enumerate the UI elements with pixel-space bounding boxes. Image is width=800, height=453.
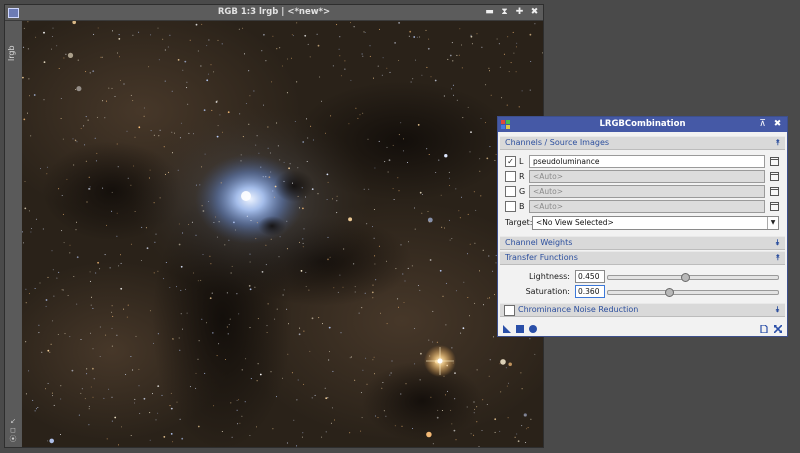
maximize-icon[interactable]: ✚ bbox=[515, 6, 524, 19]
saturation-slider[interactable] bbox=[607, 288, 779, 297]
channel-r-label: R bbox=[519, 172, 525, 181]
apply-global-icon[interactable] bbox=[516, 325, 524, 333]
close-icon[interactable]: ✖ bbox=[773, 118, 782, 131]
lightness-slider-handle[interactable] bbox=[680, 273, 690, 282]
lock-icon[interactable]: ⦿ bbox=[8, 436, 18, 443]
dialog-title: LRGBCombination bbox=[599, 119, 686, 129]
channel-row-g: G <Auto> bbox=[505, 185, 779, 198]
channel-g-label: G bbox=[519, 187, 526, 196]
saturation-row: Saturation: 0.360 bbox=[502, 285, 779, 299]
channel-r-input[interactable]: <Auto> bbox=[529, 170, 765, 183]
section-channels[interactable]: Channels / Source Images ⯭ bbox=[500, 136, 785, 150]
resize-icon[interactable]: ↙ bbox=[8, 418, 18, 425]
chevron-down-icon[interactable]: ▼ bbox=[767, 217, 778, 229]
dialog-titlebar[interactable]: LRGBCombination ⊼ ✖ bbox=[498, 117, 787, 132]
image-window-title: RGB 1:3 lrgb | <*new*> bbox=[217, 7, 331, 17]
channel-b-checkbox[interactable] bbox=[505, 201, 516, 212]
section-transfer-functions[interactable]: Transfer Functions ⯭ bbox=[500, 251, 785, 265]
channel-l-checkbox[interactable]: ✓ bbox=[505, 156, 516, 167]
image-side-tab[interactable]: lrgb ↙ ◻ ⦿ bbox=[5, 21, 21, 447]
new-instance-icon[interactable] bbox=[503, 325, 511, 333]
reset-icon[interactable] bbox=[774, 325, 782, 333]
channel-b-input[interactable]: <Auto> bbox=[529, 200, 765, 213]
channel-g-select-view-button[interactable] bbox=[770, 187, 779, 196]
target-row: Target: <No View Selected> ▼ bbox=[505, 216, 779, 230]
shade-icon[interactable]: ⧗ bbox=[500, 6, 509, 19]
channel-b-label: B bbox=[519, 202, 525, 211]
lrgb-combination-dialog[interactable]: LRGBCombination ⊼ ✖ Channels / Source Im… bbox=[497, 116, 788, 337]
target-view-select[interactable]: <No View Selected> ▼ bbox=[532, 216, 779, 230]
section-transfer-functions-label: Transfer Functions bbox=[505, 253, 578, 262]
shade-icon[interactable]: ⊼ bbox=[758, 118, 767, 131]
target-label: Target: bbox=[505, 218, 533, 227]
channel-row-l: ✓ L pseudoluminance bbox=[505, 155, 779, 168]
channel-b-select-view-button[interactable] bbox=[770, 202, 779, 211]
preview-icon[interactable]: ◻ bbox=[8, 427, 18, 434]
image-window-titlebar[interactable]: RGB 1:3 lrgb | <*new*> ▬ ⧗ ✚ ✖ bbox=[5, 5, 543, 21]
close-icon[interactable]: ✖ bbox=[530, 6, 539, 19]
saturation-input[interactable]: 0.360 bbox=[575, 285, 605, 298]
section-chrominance-noise-reduction[interactable]: Chrominance Noise Reduction ⯯ bbox=[500, 303, 785, 317]
channel-l-select-view-button[interactable] bbox=[770, 157, 779, 166]
minimize-icon[interactable]: ▬ bbox=[485, 6, 494, 19]
expand-icon[interactable]: ⯯ bbox=[775, 237, 780, 249]
target-selected-value: <No View Selected> bbox=[536, 218, 614, 227]
channel-r-select-view-button[interactable] bbox=[770, 172, 779, 181]
image-canvas[interactable] bbox=[22, 21, 543, 447]
lightness-row: Lightness: 0.450 bbox=[502, 270, 779, 284]
section-channel-weights[interactable]: Channel Weights ⯯ bbox=[500, 236, 785, 250]
saturation-label: Saturation: bbox=[525, 287, 570, 296]
channel-r-checkbox[interactable] bbox=[505, 171, 516, 182]
channel-g-input[interactable]: <Auto> bbox=[529, 185, 765, 198]
channel-l-label: L bbox=[519, 157, 524, 166]
channel-row-b: B <Auto> bbox=[505, 200, 779, 213]
collapse-icon[interactable]: ⯭ bbox=[775, 137, 780, 149]
expand-icon[interactable]: ⯯ bbox=[775, 304, 780, 316]
dialog-footer bbox=[498, 322, 787, 336]
lightness-slider[interactable] bbox=[607, 273, 779, 282]
collapse-icon[interactable]: ⯭ bbox=[775, 252, 780, 264]
image-window[interactable]: RGB 1:3 lrgb | <*new*> ▬ ⧗ ✚ ✖ lrgb ↙ ◻ … bbox=[4, 4, 544, 448]
lightness-input[interactable]: 0.450 bbox=[575, 270, 605, 283]
section-channel-weights-label: Channel Weights bbox=[505, 238, 573, 247]
section-channels-label: Channels / Source Images bbox=[505, 138, 610, 147]
channel-g-checkbox[interactable] bbox=[505, 186, 516, 197]
image-id-tab-label[interactable]: lrgb bbox=[7, 45, 16, 61]
lightness-label: Lightness: bbox=[529, 272, 570, 281]
chrominance-checkbox[interactable] bbox=[504, 305, 515, 316]
saturation-slider-handle[interactable] bbox=[665, 288, 675, 297]
apply-icon[interactable] bbox=[529, 325, 537, 333]
channel-l-input[interactable]: pseudoluminance bbox=[529, 155, 765, 168]
channel-row-r: R <Auto> bbox=[505, 170, 779, 183]
browse-documentation-icon[interactable] bbox=[760, 325, 768, 333]
section-chrominance-label: Chrominance Noise Reduction bbox=[518, 305, 639, 314]
nebula-image bbox=[22, 21, 543, 447]
